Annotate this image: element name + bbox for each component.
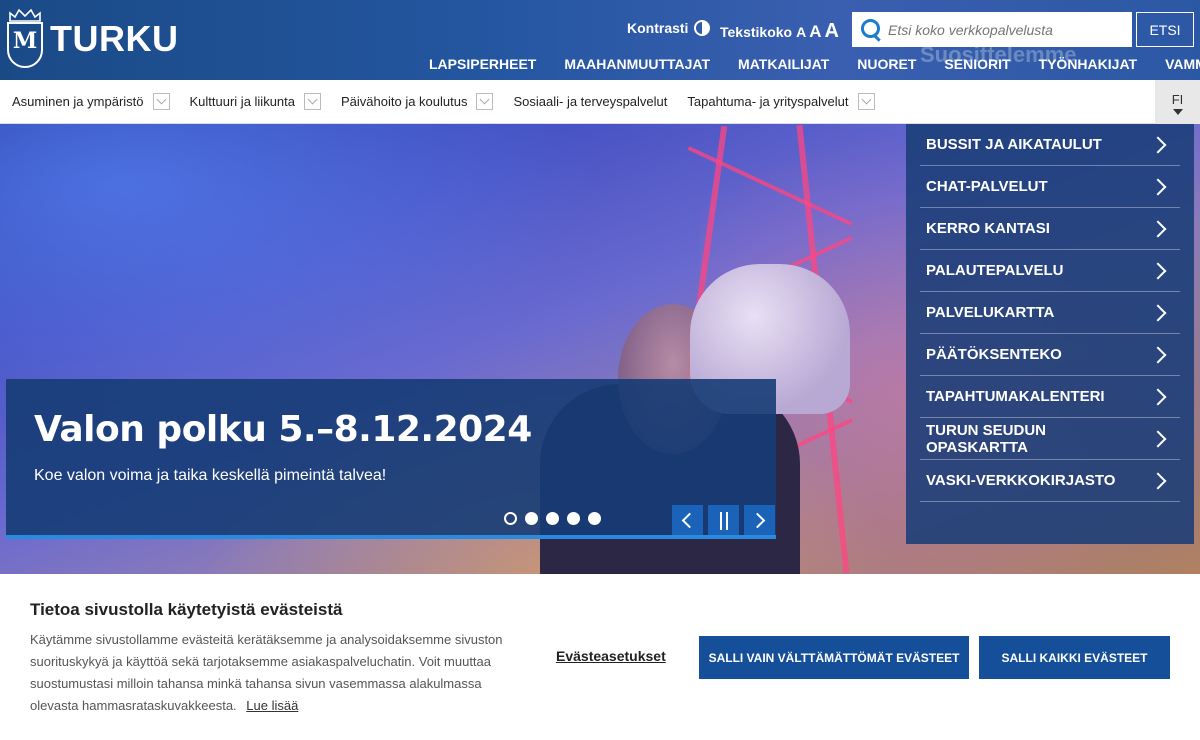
quick-link-tapahtumakalenteri[interactable]: TAPAHTUMAKALENTERI [920, 376, 1180, 418]
chevron-right-icon [749, 512, 766, 529]
quick-link-vaski[interactable]: VASKI-VERKKOKIRJASTO [920, 460, 1180, 502]
quick-link-opaskartta[interactable]: TURUN SEUDUN OPASKARTTA [920, 418, 1180, 460]
chevron-right-icon [1149, 262, 1167, 279]
quick-link-label: BUSSIT JA AIKATAULUT [926, 136, 1102, 153]
chevron-down-icon [152, 93, 170, 110]
carousel-dot-1[interactable] [504, 512, 517, 525]
quick-link-label: PALAUTEPALVELU [926, 262, 1064, 279]
category-label: Kulttuuri ja liikunta [189, 94, 296, 109]
search-icon [852, 12, 888, 47]
quick-link-label: TURUN SEUDUN OPASKARTTA [926, 421, 1046, 456]
quick-link-chat[interactable]: CHAT-PALVELUT [920, 166, 1180, 208]
chevron-right-icon [1149, 388, 1167, 405]
category-sosiaali[interactable]: Sosiaali- ja terveyspalvelut [513, 94, 667, 109]
hero-caption: Valon polku 5.–8.12.2024 Koe valon voima… [6, 379, 776, 539]
text-size-medium-button[interactable]: A [809, 22, 821, 42]
contrast-icon [694, 20, 711, 36]
quick-links-panel: BUSSIT JA AIKATAULUT CHAT-PALVELUT KERRO… [906, 124, 1194, 544]
logo-text: TURKU [50, 18, 179, 59]
audience-link-lapsiperheet[interactable]: LAPSIPERHEET [429, 56, 536, 72]
search-input[interactable] [888, 21, 1128, 38]
text-size-large-button[interactable]: A [825, 20, 839, 43]
quick-link-palautepalvelu[interactable]: PALAUTEPALVELU [920, 250, 1180, 292]
cookie-text: Käytämme sivustollamme evästeitä kerätäk… [30, 629, 510, 717]
quick-link-label: VASKI-VERKKOKIRJASTO [926, 472, 1116, 489]
audience-link-maahanmuuttajat[interactable]: MAAHANMUUTTAJAT [564, 56, 710, 72]
carousel-pause-button[interactable] [708, 505, 739, 536]
cookie-title: Tietoa sivustolla käytetyistä evästeistä [30, 600, 343, 619]
contrast-toggle[interactable]: Kontrasti [627, 20, 711, 36]
chevron-down-icon [304, 93, 321, 110]
chevron-right-icon [1149, 136, 1167, 153]
search-button[interactable]: ETSI [1136, 12, 1194, 47]
turku-crest-icon: M [6, 8, 44, 70]
site-header: M TURKU Kontrasti Tekstikoko A A A ETSI … [0, 0, 1200, 80]
hero-title[interactable]: Valon polku 5.–8.12.2024 [34, 409, 532, 450]
cookie-settings-link[interactable]: Evästeasetukset [556, 648, 666, 664]
quick-link-label: KERRO KANTASI [926, 220, 1050, 237]
caret-down-icon [1172, 109, 1183, 115]
category-paivahoito[interactable]: Päivähoito ja koulutus [341, 93, 494, 110]
audience-link-vammaiset[interactable]: VAMMAISET [1165, 56, 1200, 72]
pause-icon [719, 511, 728, 530]
carousel-next-button[interactable] [744, 505, 775, 536]
carousel-dots [504, 512, 609, 525]
category-kulttuuri[interactable]: Kulttuuri ja liikunta [189, 93, 321, 110]
chevron-left-icon [681, 512, 698, 529]
text-size-control: Tekstikoko A A A [720, 20, 839, 43]
chevron-right-icon [1149, 472, 1167, 489]
text-size-label: Tekstikoko [720, 23, 793, 40]
chevron-right-icon [1149, 430, 1167, 447]
quick-link-palvelukartta[interactable]: PALVELUKARTTA [920, 292, 1180, 334]
quick-link-paatoksenteko[interactable]: PÄÄTÖKSENTEKO [920, 334, 1180, 376]
category-label: Päivähoito ja koulutus [341, 94, 468, 109]
category-nav: Asuminen ja ympäristö Kulttuuri ja liiku… [0, 80, 1200, 124]
hero-subtitle: Koe valon voima ja taika keskellä pimein… [34, 467, 387, 484]
chevron-down-icon [476, 93, 494, 110]
contrast-label: Kontrasti [627, 20, 689, 36]
language-label: FI [1171, 92, 1184, 107]
text-size-small-button[interactable]: A [796, 24, 806, 40]
language-selector[interactable]: FI [1155, 80, 1200, 124]
category-tapahtuma[interactable]: Tapahtuma- ja yrityspalvelut [687, 93, 875, 110]
allow-necessary-cookies-button[interactable]: SALLI VAIN VÄLTTÄMÄTTÖMÄT EVÄSTEET [699, 636, 969, 679]
allow-all-cookies-button[interactable]: SALLI KAIKKI EVÄSTEET [979, 636, 1170, 679]
quick-link-label: CHAT-PALVELUT [926, 178, 1048, 195]
audience-link-matkailijat[interactable]: MATKAILIJAT [738, 56, 829, 72]
carousel-dot-2[interactable] [525, 512, 538, 525]
quick-link-label: TAPAHTUMAKALENTERI [926, 388, 1105, 405]
turku-logo[interactable]: M TURKU [6, 8, 178, 70]
cookie-banner: Tietoa sivustolla käytetyistä evästeistä… [0, 574, 1200, 740]
quick-link-kerro-kantasi[interactable]: KERRO KANTASI [920, 208, 1180, 250]
carousel-dot-4[interactable] [567, 512, 580, 525]
audience-link-tyonhakijat[interactable]: TYÖNHAKIJAT [1039, 56, 1138, 72]
quick-link-label: PÄÄTÖKSENTEKO [926, 346, 1062, 363]
chevron-right-icon [1149, 346, 1167, 363]
category-label: Asuminen ja ympäristö [12, 94, 144, 109]
chevron-right-icon [1149, 220, 1167, 237]
carousel-dot-3[interactable] [546, 512, 559, 525]
category-asuminen[interactable]: Asuminen ja ympäristö [12, 93, 170, 110]
carousel-dot-5[interactable] [588, 512, 601, 525]
category-label: Tapahtuma- ja yrityspalvelut [687, 94, 849, 109]
chevron-right-icon [1149, 178, 1167, 195]
audience-link-nuoret[interactable]: NUORET [857, 56, 916, 72]
carousel-prev-button[interactable] [672, 505, 703, 536]
chevron-right-icon [1149, 304, 1167, 321]
read-more-link[interactable]: Lue lisää [246, 698, 298, 713]
category-label: Sosiaali- ja terveyspalvelut [513, 94, 668, 109]
chevron-down-icon [857, 93, 875, 110]
quick-link-label: PALVELUKARTTA [926, 304, 1055, 321]
quick-link-bussit[interactable]: BUSSIT JA AIKATAULUT [920, 124, 1180, 166]
audience-link-seniorit[interactable]: SENIORIT [944, 56, 1010, 72]
audience-nav: LAPSIPERHEET MAAHANMUUTTAJAT MATKAILIJAT… [429, 56, 1200, 72]
